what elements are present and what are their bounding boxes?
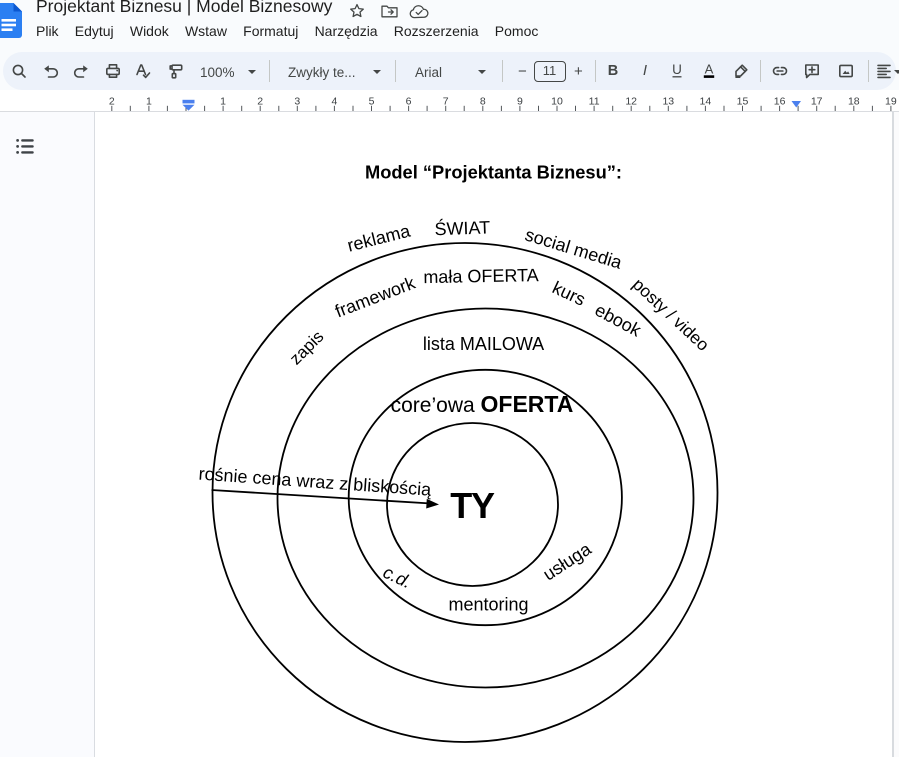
- svg-text:mała OFERTA: mała OFERTA: [423, 265, 539, 287]
- svg-text:zapis: zapis: [286, 327, 327, 368]
- svg-text:usługa: usługa: [539, 538, 595, 584]
- svg-text:lista MAILOWA: lista MAILOWA: [423, 334, 544, 354]
- svg-text:c.d.: c.d.: [380, 562, 415, 592]
- svg-text:ebook: ebook: [592, 300, 646, 341]
- svg-text:mentoring: mentoring: [448, 595, 528, 615]
- svg-text:rośnie cena wraz z bliskością: rośnie cena wraz z bliskością: [198, 464, 433, 500]
- svg-text:core’owa OFERTA: core’owa OFERTA: [391, 391, 574, 417]
- svg-text:ŚWIAT: ŚWIAT: [434, 216, 490, 239]
- svg-text:TY: TY: [450, 485, 495, 526]
- svg-text:framework: framework: [332, 272, 419, 321]
- svg-text:Model “Projektanta Biznesu”:: Model “Projektanta Biznesu”:: [365, 162, 622, 183]
- svg-text:kurs: kurs: [549, 277, 588, 310]
